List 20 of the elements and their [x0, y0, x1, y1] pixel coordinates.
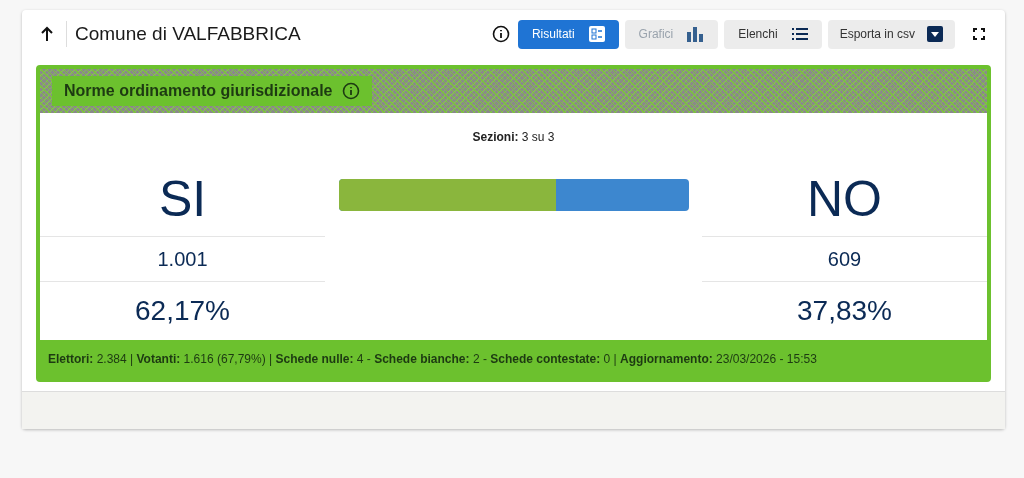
- no-percent: 37,83%: [797, 294, 892, 328]
- list-icon: [588, 26, 605, 42]
- up-arrow-icon[interactable]: [40, 26, 54, 42]
- referendum-title: Norme ordinamento giurisdizionale: [64, 81, 333, 101]
- yes-votes: 1.001: [157, 247, 208, 272]
- bar-chart-icon: [687, 26, 705, 42]
- download-icon: [927, 26, 943, 42]
- view-tab[interactable]: Risultati: [517, 19, 619, 49]
- fullscreen-icon[interactable]: [973, 28, 985, 40]
- no-label: NO: [807, 174, 882, 224]
- summary-text: Elettori: 2.384 | Votanti: 1.616 (67,79%) | Schede nulle: 4 - Schede bianche: 2 - Schede contestate: 0 | Aggiornamento: 23/03/2026 - 15:53: [48, 351, 817, 368]
- sections-count: Sezioni: 3 su 3: [472, 129, 555, 146]
- page-title: Comune di VALFABBRICA: [75, 21, 301, 46]
- view-tab[interactable]: Elenchi: [724, 19, 822, 49]
- info-icon[interactable]: [491, 25, 510, 43]
- yes-label: SI: [158, 174, 207, 224]
- yes-percent: 62,17%: [135, 294, 230, 328]
- no-votes: 609: [827, 247, 862, 272]
- export-csv-button[interactable]: Esporta in csv: [827, 19, 955, 49]
- list-icon: [791, 28, 808, 40]
